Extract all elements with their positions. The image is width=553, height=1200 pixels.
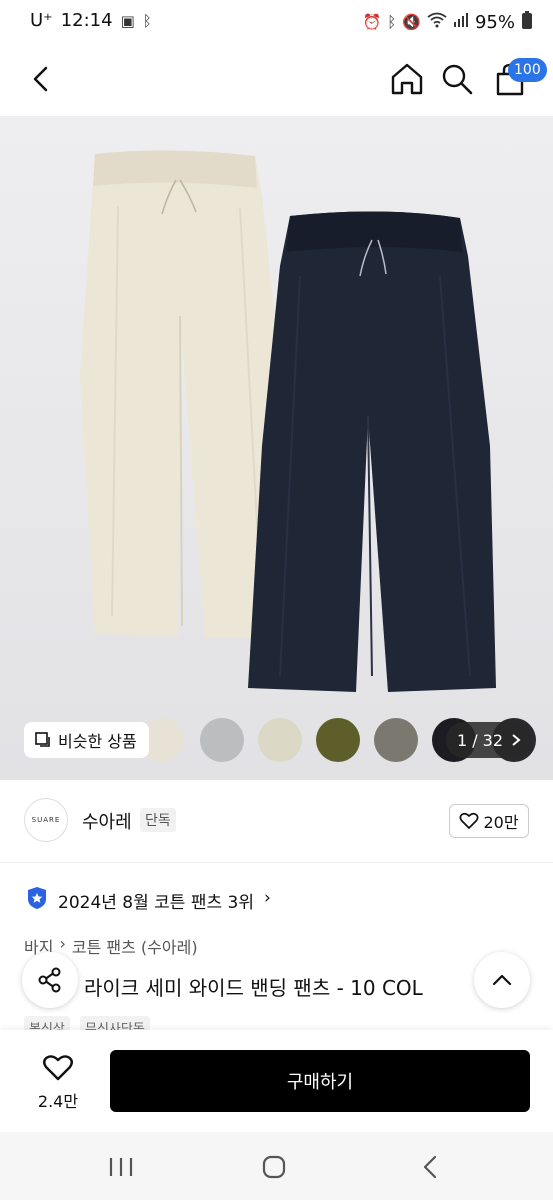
wishlist-button[interactable]: 2.4만	[24, 1050, 92, 1114]
breadcrumb-item-cotton-pants[interactable]: 코튼 팬츠 (수아레)	[72, 934, 198, 958]
purchase-bar: 2.4만 구매하기	[0, 1030, 553, 1132]
copy-icon	[35, 732, 50, 747]
brand-exclusive-tag: 단독	[140, 808, 176, 832]
product-image-gallery[interactable]: 비슷한 상품 1 / 32	[0, 116, 553, 780]
alarm-icon: ⏰	[362, 13, 382, 31]
ranking-badge-icon	[28, 887, 46, 909]
search-button[interactable]	[438, 60, 476, 98]
section-divider	[0, 862, 553, 863]
bluetooth-icon: ᛒ	[387, 13, 397, 31]
app-header: 100	[0, 44, 553, 116]
brand-like-button[interactable]: 20만	[449, 804, 529, 838]
back-button[interactable]	[24, 62, 58, 96]
image-counter[interactable]: 1 / 32	[446, 722, 532, 758]
scroll-to-top-button[interactable]	[474, 952, 530, 1008]
search-icon	[442, 64, 473, 95]
similar-products-label: 비슷한 상품	[58, 732, 137, 751]
battery-icon	[521, 10, 533, 34]
recent-apps-icon[interactable]	[108, 1156, 134, 1178]
signal-icon	[453, 12, 469, 32]
chevron-left-icon	[33, 66, 48, 92]
wishlist-count: 2.4만	[37, 1092, 79, 1111]
home-nav-icon[interactable]	[262, 1155, 286, 1179]
back-nav-icon[interactable]	[420, 1155, 440, 1179]
color-swatch[interactable]	[374, 718, 418, 762]
share-button[interactable]	[22, 952, 78, 1008]
product-photo	[80, 150, 496, 693]
brand-logo[interactable]: SUARE	[24, 798, 68, 842]
gallery-icon: ▣	[120, 11, 135, 30]
color-swatch[interactable]	[316, 718, 360, 762]
clock: 12:14	[60, 10, 113, 31]
home-button[interactable]	[388, 60, 426, 98]
system-navigation-bar	[0, 1132, 553, 1200]
navy-pants-image	[248, 211, 496, 693]
buy-button[interactable]: 구매하기	[110, 1050, 530, 1112]
share-icon	[38, 967, 61, 993]
bluetooth-icon: ᛒ	[142, 11, 152, 30]
status-bar: U⁺ 12:14 ▣ ᛒ ⏰ ᛒ 🔇 95%	[0, 0, 553, 44]
brand-like-count: 20만	[483, 813, 519, 832]
cart-count-badge: 100	[508, 58, 547, 82]
heart-icon	[459, 812, 479, 829]
cream-pants-image	[80, 150, 282, 638]
ranking-link[interactable]: 2024년 8월 코튼 팬츠 3위	[58, 888, 254, 913]
color-swatch[interactable]	[200, 718, 244, 762]
chevron-right-icon: ›	[264, 888, 271, 908]
heart-icon	[43, 1055, 73, 1081]
carrier-label: U⁺	[30, 10, 53, 31]
mute-icon: 🔇	[402, 13, 421, 31]
chevron-right-icon	[512, 734, 521, 746]
color-swatch[interactable]	[258, 718, 302, 762]
product-title: 라이크 세미 와이드 밴딩 팬츠 - 10 COL	[84, 976, 423, 1000]
image-counter-text: 1 / 32	[456, 730, 504, 750]
brand-name[interactable]: 수아레	[82, 808, 132, 834]
chevron-up-icon	[492, 974, 512, 986]
home-icon	[391, 63, 423, 95]
battery-level: 95%	[474, 11, 515, 33]
brand-logo-text: SUARE	[31, 816, 61, 824]
similar-products-button[interactable]: 비슷한 상품	[24, 722, 149, 758]
wifi-icon	[427, 12, 447, 32]
